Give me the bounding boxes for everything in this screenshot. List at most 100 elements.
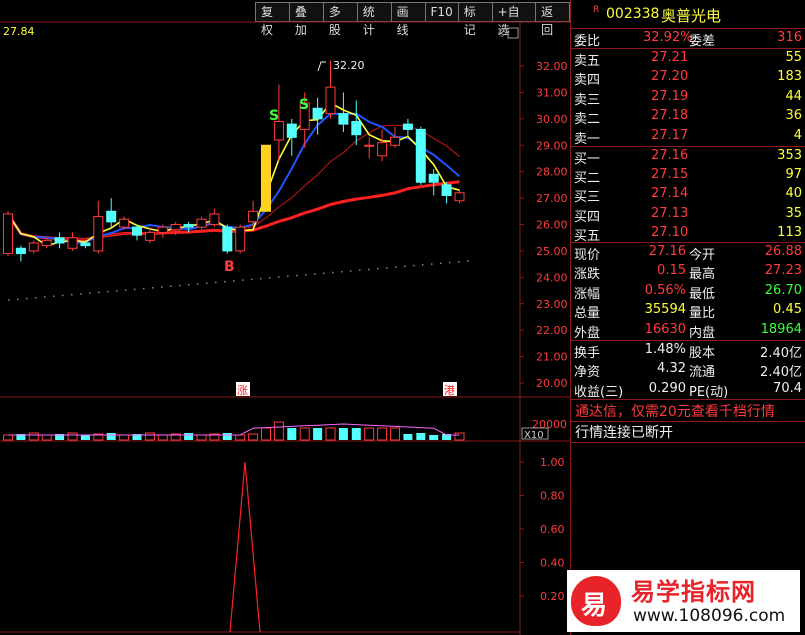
candle-limit-up [261,144,271,212]
buy-marker: B [224,259,235,275]
support-dot [53,295,55,297]
kline-chart[interactable]: 32.00 31.00 30.00 29.00 28.00 27.00 26.00 25.00… [0,0,570,635]
stat-value: 18964 [760,321,802,337]
stat-value: 16630 [644,321,686,337]
fin-label: 净资 [574,365,601,381]
bid-volume: 35 [785,205,802,221]
stat-label: 最低 [689,286,716,302]
candle-up [157,226,168,233]
volume-bar-down [351,428,361,440]
candle-down [286,123,297,138]
indicator-tick-label: 1.00 [540,456,565,469]
stat-value: 27.16 [648,244,686,259]
stat-value: 0.45 [773,302,802,318]
volume-bar-down [287,428,297,440]
volume-bar-down [106,433,116,440]
bid-price: 27.16 [651,148,689,163]
ask-label: 卖四 [574,73,601,89]
weicha-label: 委差 [689,34,716,49]
ask-row: 卖三 27.19 44 [571,88,805,108]
price-tick-label: 32.00 [536,60,568,73]
bid-volume: 97 [785,167,802,183]
high-price-label: 32.20 [333,59,365,72]
support-dot [278,276,280,278]
stat-label: 涨跌 [574,267,601,283]
ask-label: 卖五 [574,54,601,69]
hk-connect-badge[interactable]: 港 [444,384,455,397]
bid-price: 27.13 [651,205,689,221]
signal-spike [229,461,261,633]
high-price-pointer [317,61,326,72]
volume-unit-label: X10 [524,430,544,441]
support-dot [368,268,370,271]
stat-value: 26.70 [764,282,802,298]
volume-bar-up [196,434,207,441]
candle-down [106,210,117,223]
ask-row: 卖一 27.17 4 [571,127,805,147]
fin-value: 70.4 [773,380,802,396]
indicator-tick-label: 0.80 [540,490,565,503]
support-dot [341,270,343,273]
volume-bar-up [248,433,259,441]
bid-price: 27.14 [651,186,689,202]
volume-bar-down [222,433,232,440]
support-dot [197,283,199,285]
fin-label: PE(动) [689,384,729,400]
upgrade-notice[interactable]: 通达信，仅需20元查看千档行情 [575,401,805,421]
limit-up-badge[interactable]: 涨 [237,384,248,397]
candle-down [54,237,65,244]
volume-bar-up [390,427,400,441]
volume-bar-up [299,427,310,441]
price-tick-label: 29.00 [536,139,568,152]
ma-mid-line [7,112,461,245]
stat-value: 0.56% [644,282,686,298]
support-dot [116,290,118,292]
bid-label: 买三 [574,190,601,206]
fin-value: 2.40亿 [760,365,802,381]
bid-row: 买一 27.16 353 [571,147,805,167]
volume-bar-up [364,427,375,441]
panel-toggle-icon[interactable] [507,27,519,39]
price-tick-label: 30.00 [536,113,568,126]
chart-area[interactable]: 复权 叠加 多股 统计 画线 F10 标记 +自选 返回 32.00 31.00 3… [0,0,570,635]
bid-volume: 353 [777,148,802,163]
support-dot [107,290,109,293]
price-axis: 32.00 31.00 30.00 29.00 28.00 27.00 26.00 25.00… [520,60,568,390]
support-dot [287,275,289,278]
volume-bar-down [416,433,426,440]
support-dot [404,265,406,268]
fin-row: 收益(三) 0.290 PE(动) 70.4 [571,380,805,400]
stat-row: 外盘 16630 内盘 18964 [571,321,805,341]
bid-price: 27.10 [651,224,689,240]
ask-price: 27.19 [651,88,689,104]
price-tick-label: 27.00 [536,192,568,205]
ask-volume: 4 [793,127,802,143]
support-dot [422,264,424,266]
support-dot [206,282,208,284]
candle-up [235,226,246,252]
fin-value: 0.290 [648,380,686,396]
watermark-logo-char: 易 [581,591,608,621]
bid-volume: 40 [785,186,802,202]
ask-label: 卖三 [574,92,601,108]
volume-bar-down [429,435,439,440]
candle-up [273,120,284,141]
support-dot [44,296,46,298]
candle-up [196,218,207,228]
watermark-logo: 易 [571,576,621,626]
diamond-icon[interactable]: ◇ [498,26,507,39]
stock-header: R 002338 奥普光电 [571,0,805,28]
ask-volume: 44 [785,88,802,104]
indicator-tick-label: 0.60 [540,523,565,536]
support-dot [8,299,10,301]
bid-label: 买四 [574,209,601,225]
stat-row: 总量 35594 量比 0.45 [571,301,805,321]
price-tick-label: 24.00 [536,271,568,284]
fin-label: 换手 [574,346,601,361]
support-dot [269,277,271,279]
stat-label: 内盘 [689,325,716,341]
volume-bar-up [325,427,336,441]
volume-bars [3,421,465,441]
watermark: 易 易学指标网 www.108096.com [567,570,800,632]
candle-down [183,224,194,228]
